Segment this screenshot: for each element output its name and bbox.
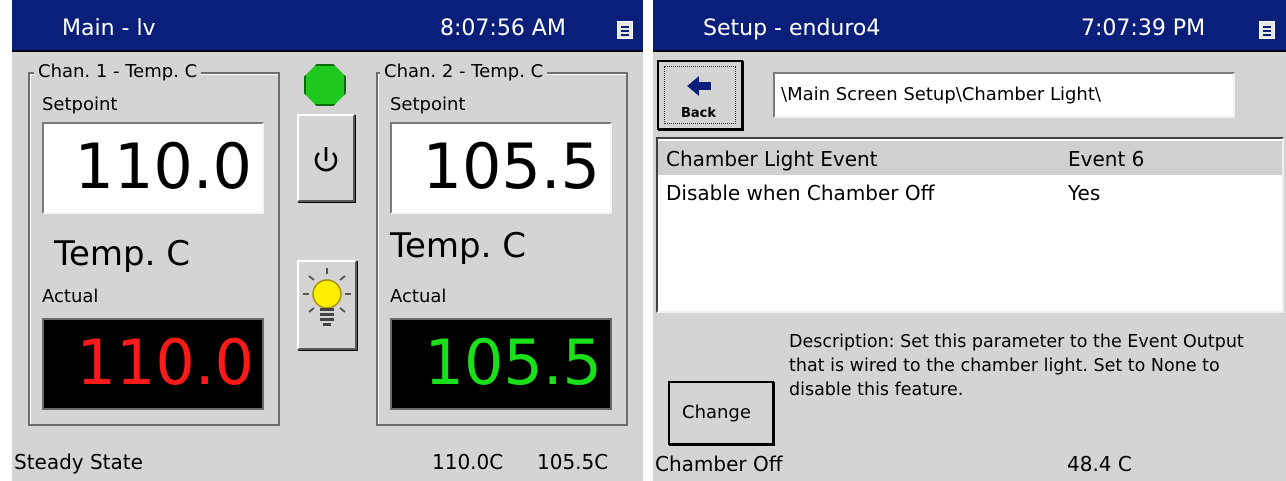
channel1-units: Temp. C bbox=[54, 234, 190, 274]
status-state: Chamber Off bbox=[655, 452, 783, 476]
setup-window: Setup - enduro4 7:07:39 PM Back \Main Sc… bbox=[653, 0, 1286, 481]
left-arrow-icon bbox=[687, 76, 711, 96]
status-chan2: 105.5C bbox=[537, 450, 609, 474]
channel2-actual-display: 105.5 bbox=[390, 318, 612, 410]
channel2-group-label: Chan. 2 - Temp. C bbox=[380, 61, 548, 82]
light-bulb-icon bbox=[303, 268, 351, 326]
channel2-units: Temp. C bbox=[390, 226, 526, 266]
change-button-label: Change bbox=[682, 402, 751, 423]
channel1-group-label: Chan. 1 - Temp. C bbox=[34, 61, 202, 82]
channel2-setpoint-label: Setpoint bbox=[390, 94, 466, 115]
power-icon bbox=[314, 147, 338, 172]
channel1-actual-label: Actual bbox=[42, 286, 99, 307]
status-chan1: 110.0C bbox=[432, 450, 504, 474]
list-item-value: Yes bbox=[1068, 181, 1101, 205]
change-button[interactable]: Change bbox=[668, 381, 774, 445]
list-item[interactable]: Chamber Light Event Event 6 bbox=[658, 141, 1282, 175]
main-window: Main - lv 8:07:56 AM Chan. 1 - Temp. C S… bbox=[12, 0, 643, 481]
list-item-value: Event 6 bbox=[1068, 147, 1145, 171]
channel1-setpoint-field[interactable]: 110.0 bbox=[42, 122, 264, 214]
channel2-actual-label: Actual bbox=[390, 286, 447, 307]
status-temp: 48.4 C bbox=[1067, 452, 1132, 476]
list-item-name: Chamber Light Event bbox=[666, 147, 878, 171]
channel1-actual-display: 110.0 bbox=[42, 318, 264, 410]
back-button[interactable]: Back bbox=[657, 60, 743, 130]
description-text: Description: Set this parameter to the E… bbox=[789, 332, 1244, 400]
menu-list-icon[interactable] bbox=[617, 21, 633, 39]
list-item-name: Disable when Chamber Off bbox=[666, 181, 935, 205]
list-item[interactable]: Disable when Chamber Off Yes bbox=[658, 175, 1282, 209]
channel1-setpoint-label: Setpoint bbox=[42, 94, 118, 115]
title-bar: Main - lv 8:07:56 AM bbox=[12, 0, 643, 52]
clock: 8:07:56 AM bbox=[440, 16, 566, 41]
chamber-light-button[interactable] bbox=[297, 260, 357, 350]
path-field: \Main Screen Setup\Chamber Light\ bbox=[773, 72, 1235, 118]
channel2-setpoint-field[interactable]: 105.5 bbox=[390, 122, 612, 214]
window-title: Main - lv bbox=[62, 16, 156, 41]
power-button[interactable] bbox=[297, 114, 355, 202]
settings-list[interactable]: Chamber Light Event Event 6 Disable when… bbox=[656, 137, 1284, 313]
menu-list-icon[interactable] bbox=[1259, 21, 1275, 39]
window-divider bbox=[643, 0, 653, 481]
status-state: Steady State bbox=[14, 450, 143, 474]
title-bar: Setup - enduro4 7:07:39 PM bbox=[653, 0, 1286, 52]
status-led bbox=[304, 64, 346, 106]
window-title: Setup - enduro4 bbox=[703, 16, 881, 41]
clock: 7:07:39 PM bbox=[1081, 16, 1206, 41]
back-button-label: Back bbox=[681, 106, 717, 121]
